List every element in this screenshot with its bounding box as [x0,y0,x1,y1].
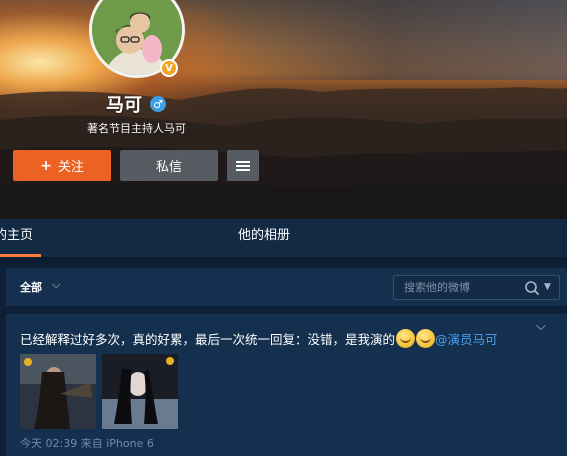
search-dropdown-icon[interactable]: ▼ [544,282,551,292]
post-image-2 [102,354,178,429]
post-menu-chevron-icon[interactable]: ⌵ [536,319,546,334]
chevron-down-icon[interactable]: ⌵ [52,278,60,292]
search-input[interactable] [394,276,519,299]
post-meta: 今天 02:39 来自 iPhone 6 [20,437,154,450]
profile-description: 著名节目主持人马可 [87,122,186,135]
search-icon[interactable] [524,280,540,296]
follow-label: 关注 [57,160,84,175]
emoji-icon [396,329,416,348]
message-button[interactable]: 私信 [120,150,218,181]
post-mention-link[interactable]: @演员马可 [435,332,498,347]
filter-all[interactable]: 全部 [20,279,42,295]
more-menu-button[interactable] [227,150,259,181]
divider [0,257,567,264]
post-body: 已经解释过好多次，真的好累，最后一次统一回复：没错，是我演的 [20,332,396,347]
profile-cover: V 马可 ♂ 著名节目主持人马可 + 关注 私信 [0,0,567,219]
message-label: 私信 [155,160,182,175]
menu-icon [236,160,250,171]
tab-home[interactable]: 的主页 [0,219,41,257]
follow-button[interactable]: + 关注 [13,150,111,181]
tab-album[interactable]: 他的相册 [238,219,290,257]
feed-filter-bar: 全部 ⌵ ▼ [6,268,567,306]
emoji-icon [416,329,436,348]
verified-badge-icon: V [160,59,178,77]
feed-post: ⌵ 已经解释过好多次，真的好累，最后一次统一回复：没错，是我演的 @演员马可 今天… [6,314,567,456]
post-text: 已经解释过好多次，真的好累，最后一次统一回复：没错，是我演的 @演员马可 [20,329,498,349]
post-image[interactable] [102,354,178,429]
post-image[interactable] [20,354,96,429]
profile-name: 马可 [106,95,142,116]
cover-landscape [0,87,567,219]
plus-icon: + [40,157,52,174]
search-box: ▼ [393,275,560,300]
male-icon: ♂ [150,96,166,112]
profile-tabs: 的主页 他的相册 [0,219,567,257]
post-image-1 [20,354,96,429]
